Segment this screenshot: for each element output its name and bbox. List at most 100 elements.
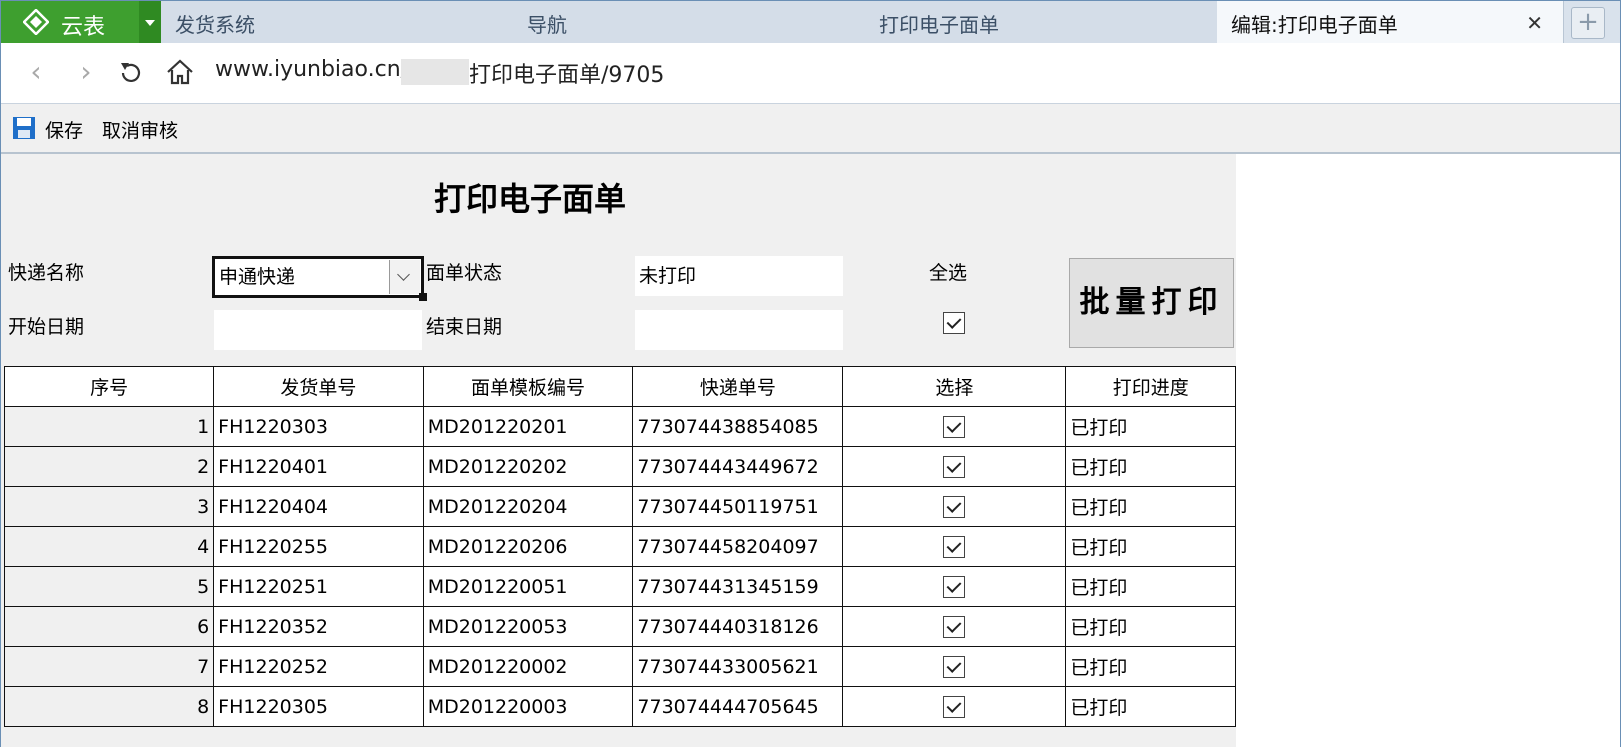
ship-no-cell[interactable]: FH1220252 xyxy=(213,646,424,687)
tracking-no-cell[interactable]: 773074444705645 xyxy=(632,686,844,727)
column-header[interactable]: 发货单号 xyxy=(213,366,424,407)
forward-icon[interactable]: › xyxy=(71,57,101,87)
select-all-checkbox[interactable] xyxy=(943,312,965,334)
row-select-checkbox[interactable] xyxy=(943,656,966,678)
column-header[interactable]: 打印进度 xyxy=(1065,366,1236,407)
tab-print-waybill[interactable]: 打印电子面单 xyxy=(865,1,1218,43)
select-cell[interactable] xyxy=(842,526,1067,567)
select-cell[interactable] xyxy=(842,686,1067,727)
template-no-cell[interactable]: MD201220051 xyxy=(422,566,634,607)
tab-label: 编辑:打印电子面单 xyxy=(1231,13,1398,37)
template-no-cell[interactable]: MD201220002 xyxy=(422,646,634,687)
table-row[interactable]: 2 FH1220401 MD201220202 773074443449672 已打印 xyxy=(3,446,1236,487)
column-header[interactable]: 快递单号 xyxy=(632,366,844,407)
row-select-checkbox[interactable] xyxy=(943,696,966,718)
tab-navigation[interactable]: 导航 xyxy=(513,1,866,43)
row-select-checkbox[interactable] xyxy=(943,536,966,558)
start-date-field[interactable] xyxy=(214,310,422,350)
tracking-no-cell[interactable]: 773074440318126 xyxy=(632,606,844,647)
tracking-no-cell[interactable]: 773074458204097 xyxy=(632,526,844,567)
tracking-no-cell[interactable]: 773074450119751 xyxy=(632,486,844,527)
refresh-icon[interactable] xyxy=(117,59,145,87)
select-cell[interactable] xyxy=(842,606,1067,647)
home-icon[interactable] xyxy=(165,57,195,87)
tracking-no-cell[interactable]: 773074431345159 xyxy=(632,566,844,607)
status-field[interactable]: 未打印 xyxy=(635,256,843,296)
print-progress-cell[interactable]: 已打印 xyxy=(1065,446,1236,487)
url-text-path[interactable]: 打印电子面单/9705 xyxy=(469,57,664,89)
ship-no-cell[interactable]: FH1220255 xyxy=(213,526,424,567)
tracking-no-cell[interactable]: 773074438854085 xyxy=(632,406,844,447)
ship-no-cell[interactable]: FH1220404 xyxy=(213,486,424,527)
save-icon[interactable] xyxy=(12,116,36,140)
brand-dropdown-icon[interactable] xyxy=(139,1,161,43)
print-progress-cell[interactable]: 已打印 xyxy=(1065,406,1236,447)
row-select-checkbox[interactable] xyxy=(943,456,966,478)
tab-bar: 云表 发货系统 导航 打印电子面单 编辑:打印电子面单 ✕ + xyxy=(1,1,1620,43)
ship-no-cell[interactable]: FH1220305 xyxy=(213,686,424,727)
end-date-field[interactable] xyxy=(635,310,843,350)
tracking-no-cell[interactable]: 773074433005621 xyxy=(632,646,844,687)
column-header[interactable]: 面单模板编号 xyxy=(422,366,634,407)
new-tab-icon[interactable]: + xyxy=(1571,7,1605,39)
row-number-cell[interactable]: 3 xyxy=(3,486,215,527)
template-no-cell[interactable]: MD201220206 xyxy=(422,526,634,567)
row-number-cell[interactable]: 4 xyxy=(3,526,215,567)
row-select-checkbox[interactable] xyxy=(943,416,966,438)
print-progress-cell[interactable]: 已打印 xyxy=(1065,526,1236,567)
chevron-down-icon[interactable] xyxy=(389,260,420,294)
table-row[interactable]: 4 FH1220255 MD201220206 773074458204097 已打印 xyxy=(3,526,1236,567)
ship-no-cell[interactable]: FH1220352 xyxy=(213,606,424,647)
row-number-cell[interactable]: 8 xyxy=(3,686,215,727)
print-progress-cell[interactable]: 已打印 xyxy=(1065,646,1236,687)
row-number-cell[interactable]: 2 xyxy=(3,446,215,487)
row-select-checkbox[interactable] xyxy=(943,496,966,518)
blank-area xyxy=(1236,154,1620,747)
url-text[interactable]: www.iyunbiao.cn/1 xyxy=(215,57,422,82)
select-cell[interactable] xyxy=(842,406,1067,447)
table-row[interactable]: 6 FH1220352 MD201220053 773074440318126 已打印 xyxy=(3,606,1236,647)
print-progress-cell[interactable]: 已打印 xyxy=(1065,606,1236,647)
template-no-cell[interactable]: MD201220202 xyxy=(422,446,634,487)
print-progress-cell[interactable]: 已打印 xyxy=(1065,486,1236,527)
table-row[interactable]: 3 FH1220404 MD201220204 773074450119751 已打印 xyxy=(3,486,1236,527)
brand-menu[interactable]: 云表 xyxy=(1,1,161,43)
table-row[interactable]: 7 FH1220252 MD201220002 773074433005621 已打印 xyxy=(3,646,1236,687)
batch-print-button[interactable]: 批量打印 xyxy=(1069,258,1234,348)
row-select-checkbox[interactable] xyxy=(943,616,966,638)
table-row[interactable]: 1 FH1220303 MD201220201 773074438854085 已打印 xyxy=(3,406,1236,447)
brand-logo-icon xyxy=(23,9,49,35)
select-cell[interactable] xyxy=(842,566,1067,607)
select-cell[interactable] xyxy=(842,646,1067,687)
template-no-cell[interactable]: MD201220003 xyxy=(422,686,634,727)
template-no-cell[interactable]: MD201220201 xyxy=(422,406,634,447)
tab-edit-print-waybill[interactable]: 编辑:打印电子面单 ✕ xyxy=(1217,1,1564,43)
tracking-no-cell[interactable]: 773074443449672 xyxy=(632,446,844,487)
save-button[interactable]: 保存 xyxy=(45,116,83,143)
table-row[interactable]: 8 FH1220305 MD201220003 773074444705645 已打印 xyxy=(3,686,1236,727)
page-title: 打印电子面单 xyxy=(434,180,627,218)
print-progress-cell[interactable]: 已打印 xyxy=(1065,686,1236,727)
ship-no-cell[interactable]: FH1220303 xyxy=(213,406,424,447)
select-cell[interactable] xyxy=(842,486,1067,527)
select-cell[interactable] xyxy=(842,446,1067,487)
template-no-cell[interactable]: MD201220204 xyxy=(422,486,634,527)
row-number-cell[interactable]: 6 xyxy=(3,606,215,647)
row-number-cell[interactable]: 7 xyxy=(3,646,215,687)
column-header[interactable]: 选择 xyxy=(842,366,1067,407)
ship-no-cell[interactable]: FH1220251 xyxy=(213,566,424,607)
row-number-cell[interactable]: 5 xyxy=(3,566,215,607)
tab-shipping-system[interactable]: 发货系统 xyxy=(161,1,514,43)
courier-label: 快递名称 xyxy=(8,262,85,284)
table-row[interactable]: 5 FH1220251 MD201220051 773074431345159 已打印 xyxy=(3,566,1236,607)
courier-select[interactable]: 申通快递 xyxy=(212,256,424,298)
column-header[interactable]: 序号 xyxy=(3,366,215,407)
back-icon[interactable]: ‹ xyxy=(21,57,51,87)
template-no-cell[interactable]: MD201220053 xyxy=(422,606,634,647)
ship-no-cell[interactable]: FH1220401 xyxy=(213,446,424,487)
close-icon[interactable]: ✕ xyxy=(1526,11,1543,35)
row-number-cell[interactable]: 1 xyxy=(3,406,215,447)
row-select-checkbox[interactable] xyxy=(943,576,966,598)
cancel-audit-button[interactable]: 取消审核 xyxy=(102,116,178,143)
print-progress-cell[interactable]: 已打印 xyxy=(1065,566,1236,607)
